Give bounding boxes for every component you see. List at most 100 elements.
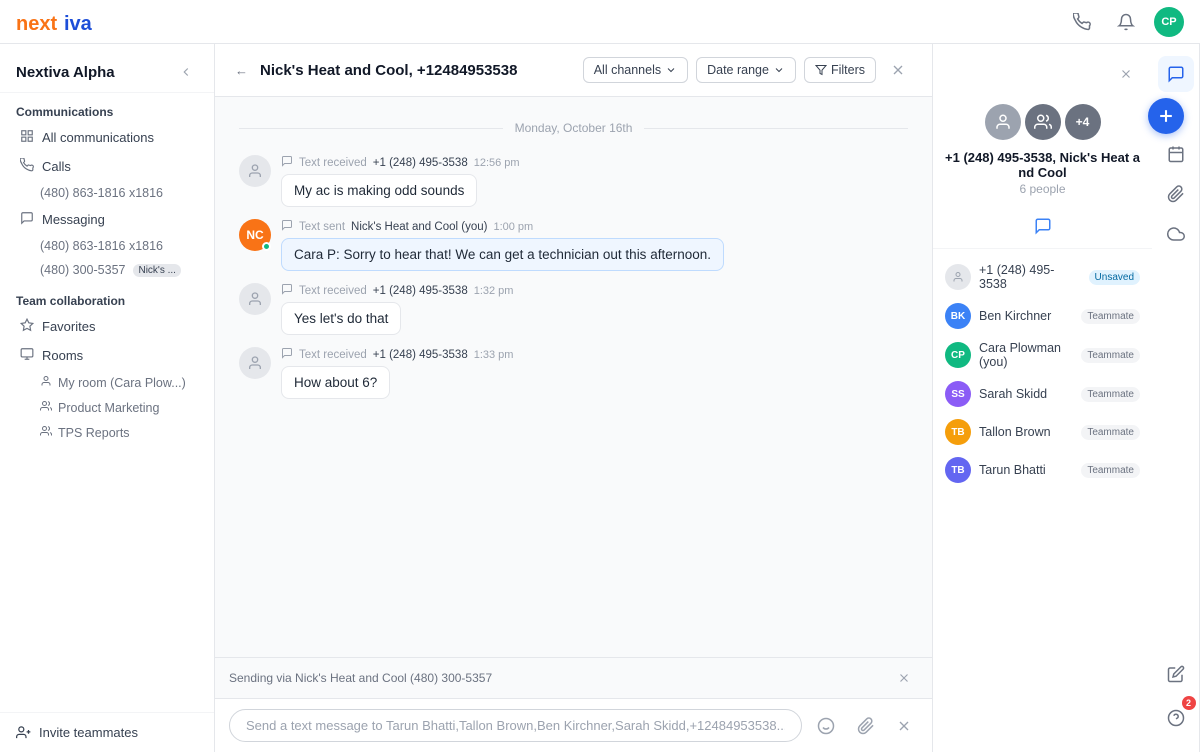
close-compose-button[interactable] <box>890 712 918 740</box>
sidebar-header: Nextiva Alpha <box>0 44 214 93</box>
message-content: Text sent Nick's Heat and Cool (you) 1:0… <box>281 219 908 271</box>
sidebar-item-rooms[interactable]: Rooms <box>4 341 210 370</box>
svg-text:iva: iva <box>64 13 93 35</box>
message-bubble: My ac is making odd sounds <box>281 174 477 207</box>
message-group: NC Text sent Nick's Heat and Cool (you) … <box>239 219 908 271</box>
rp-person-badge: Teammate <box>1081 348 1140 363</box>
msg-prefix: Text received <box>299 349 367 361</box>
rp-plus-count: +4 <box>1065 104 1101 140</box>
message-meta: Text sent Nick's Heat and Cool (you) 1:0… <box>281 219 908 234</box>
msg-prefix: Text received <box>299 157 367 169</box>
rooms-label: Rooms <box>42 348 83 363</box>
message-bubble: How about 6? <box>281 366 390 399</box>
message-icon <box>281 155 293 170</box>
rp-action-icons <box>933 204 1152 249</box>
rail-cloud-icon[interactable] <box>1158 216 1194 252</box>
all-channels-label: All channels <box>594 63 661 77</box>
chat-title: Nick's Heat and Cool, +12484953538 <box>260 62 571 79</box>
compose-wrapper: Sending via Nick's Heat and Cool (480) 3… <box>215 657 932 752</box>
msg-time: 1:00 pm <box>493 221 533 233</box>
sidebar-item-messaging[interactable]: Messaging <box>4 205 210 234</box>
team-section-label: Team collaboration <box>0 282 214 312</box>
rail-edit-icon[interactable] <box>1158 656 1194 692</box>
close-banner-button[interactable] <box>890 664 918 692</box>
sidebar-sub-calls-1[interactable]: (480) 863-1816 x1816 <box>4 181 210 205</box>
phone-icon[interactable] <box>1066 6 1098 38</box>
all-channels-dropdown[interactable]: All channels <box>583 57 688 83</box>
rp-person-row: +1 (248) 495-3538 Unsaved <box>933 257 1152 297</box>
rp-close-button[interactable] <box>1112 60 1140 88</box>
message-icon <box>281 283 293 298</box>
invite-teammates-button[interactable]: Invite teammates <box>0 712 214 752</box>
rp-person-avatar: CP <box>945 342 971 368</box>
message-meta: Text received +1 (248) 495-3538 12:56 pm <box>281 155 908 170</box>
rp-group-name: +1 (248) 495-3538, Nick's Heat a nd Cool <box>933 144 1152 182</box>
rp-person-name: Tarun Bhatti <box>979 463 1073 477</box>
phone-small-icon <box>20 158 34 175</box>
rp-person-badge: Unsaved <box>1089 270 1140 285</box>
room-icon-2 <box>40 400 52 415</box>
compose-input[interactable] <box>229 709 802 742</box>
date-range-dropdown[interactable]: Date range <box>696 57 796 83</box>
received-avatar <box>239 155 271 187</box>
rp-person-name: Sarah Skidd <box>979 387 1073 401</box>
user-avatar[interactable]: CP <box>1154 7 1184 37</box>
right-icon-rail: 2 <box>1152 44 1200 752</box>
rp-chat-icon[interactable] <box>1027 210 1059 242</box>
message-bubble: Yes let's do that <box>281 302 401 335</box>
back-arrow-icon: ← <box>235 63 248 78</box>
rp-person-phone: +1 (248) 495-3538 <box>979 263 1081 291</box>
grid-icon <box>20 129 34 146</box>
rp-person-avatar: BK <box>945 303 971 329</box>
message-icon <box>20 211 34 228</box>
date-divider: Monday, October 16th <box>239 121 908 135</box>
compose-banner-text: Sending via Nick's Heat and Cool (480) 3… <box>229 671 492 685</box>
main-chat-panel: ← Nick's Heat and Cool, +12484953538 All… <box>215 44 932 752</box>
sidebar-collapse-button[interactable] <box>174 60 198 84</box>
date-range-label: Date range <box>707 63 769 77</box>
sidebar-item-favorites[interactable]: Favorites <box>4 312 210 341</box>
filters-button[interactable]: Filters <box>804 57 876 83</box>
msg-sender: +1 (248) 495-3538 <box>373 285 468 297</box>
header-controls: All channels Date range Filters <box>583 56 912 84</box>
calls-label: Calls <box>42 159 71 174</box>
messaging-label: Messaging <box>42 212 105 227</box>
new-conversation-fab[interactable] <box>1148 98 1184 134</box>
sidebar-item-calls[interactable]: Calls <box>4 152 210 181</box>
msg-time: 1:33 pm <box>474 349 514 361</box>
date-divider-text: Monday, October 16th <box>515 121 633 135</box>
back-button[interactable]: ← <box>235 63 248 78</box>
filters-label: Filters <box>831 63 865 77</box>
emoji-button[interactable] <box>810 710 842 742</box>
rail-messages-icon[interactable] <box>1158 56 1194 92</box>
room-label-3: TPS Reports <box>58 426 130 440</box>
sidebar-sub-msg-2[interactable]: (480) 300-5357 Nick's ... <box>4 258 210 282</box>
rail-help-icon[interactable]: 2 <box>1158 700 1194 736</box>
sidebar-sub-msg-1[interactable]: (480) 863-1816 x1816 <box>4 234 210 258</box>
right-panel: +4 +1 (248) 495-3538, Nick's Heat a nd C… <box>932 44 1152 752</box>
close-panel-button[interactable] <box>884 56 912 84</box>
rail-calendar-icon[interactable] <box>1158 136 1194 172</box>
msg-sub-label-1: (480) 863-1816 x1816 <box>40 239 163 253</box>
rail-clip-icon[interactable] <box>1158 176 1194 212</box>
star-icon <box>20 318 34 335</box>
bell-icon[interactable] <box>1110 6 1142 38</box>
room-label-1: My room (Cara Plow...) <box>58 376 186 390</box>
sidebar-sub-room-2[interactable]: Product Marketing <box>4 395 210 420</box>
rp-person-icon <box>985 104 1021 140</box>
room-icon-3 <box>40 425 52 440</box>
sidebar-item-all-communications[interactable]: All communications <box>4 123 210 152</box>
msg-time: 1:32 pm <box>474 285 514 297</box>
rooms-icon <box>20 347 34 364</box>
attach-button[interactable] <box>850 710 882 742</box>
sidebar-sub-room-3[interactable]: TPS Reports <box>4 420 210 445</box>
rp-header <box>933 60 1152 96</box>
msg-sender: +1 (248) 495-3538 <box>373 157 468 169</box>
rp-person-row: TB Tarun Bhatti Teammate <box>933 451 1152 489</box>
rp-person-avatar <box>945 264 971 290</box>
rp-person-badge: Teammate <box>1081 309 1140 324</box>
sidebar-sub-room-1[interactable]: My room (Cara Plow...) <box>4 370 210 395</box>
top-bar-icons: CP <box>1066 6 1184 38</box>
received-avatar <box>239 347 271 379</box>
rp-person-avatar: TB <box>945 457 971 483</box>
